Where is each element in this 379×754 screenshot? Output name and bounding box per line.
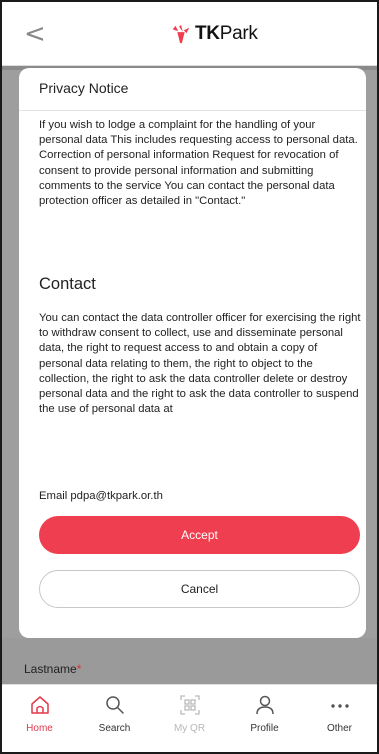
modal-title: Privacy Notice: [39, 80, 129, 96]
email-text: Email pdpa@tkpark.or.th: [39, 490, 163, 502]
contact-heading: Contact: [39, 275, 96, 293]
qr-code-icon: [179, 695, 200, 715]
modal-divider: [19, 110, 366, 111]
logo-text-prefix: TK: [195, 23, 220, 44]
tab-other-label: Other: [326, 723, 352, 734]
cancel-button[interactable]: Cancel: [39, 570, 360, 608]
logo-text: TKPark: [195, 23, 258, 45]
app-header: < TKPark: [2, 2, 377, 66]
tab-home[interactable]: Home: [2, 685, 77, 752]
logo-text-suffix: Park: [219, 23, 258, 44]
tab-my-qr-label: My QR: [173, 723, 206, 734]
profile-icon: [255, 695, 274, 715]
bottom-tab-bar: Home Search My QR Profile Other: [2, 684, 377, 752]
lastname-label-text: Lastname: [24, 662, 77, 676]
tkpark-logo: TKPark: [170, 20, 258, 48]
lastname-label: Lastname*: [24, 662, 81, 676]
tab-other[interactable]: Other: [302, 685, 377, 752]
accept-button[interactable]: Accept: [39, 516, 360, 554]
tab-profile-label: Profile: [250, 723, 279, 734]
app-frame: < TKPark Privacy Notice If you wish to l…: [0, 0, 379, 754]
tab-profile[interactable]: Profile: [227, 685, 302, 752]
tab-my-qr[interactable]: My QR: [152, 685, 227, 752]
more-icon: [330, 704, 349, 708]
background-form: Lastname*: [2, 638, 377, 684]
home-icon: [30, 696, 49, 714]
tab-search-label: Search: [98, 723, 131, 734]
required-mark: *: [76, 662, 82, 676]
contact-paragraph: You can contact the data controller offi…: [39, 312, 361, 416]
privacy-notice-modal: Privacy Notice If you wish to lodge a co…: [19, 68, 366, 638]
back-button[interactable]: <: [24, 20, 52, 48]
tab-search[interactable]: Search: [77, 685, 152, 752]
notice-paragraph: If you wish to lodge a complaint for the…: [39, 119, 358, 208]
search-icon: [105, 696, 124, 714]
tkpark-logo-mark-icon: [172, 24, 190, 44]
tab-home-label: Home: [26, 723, 53, 734]
